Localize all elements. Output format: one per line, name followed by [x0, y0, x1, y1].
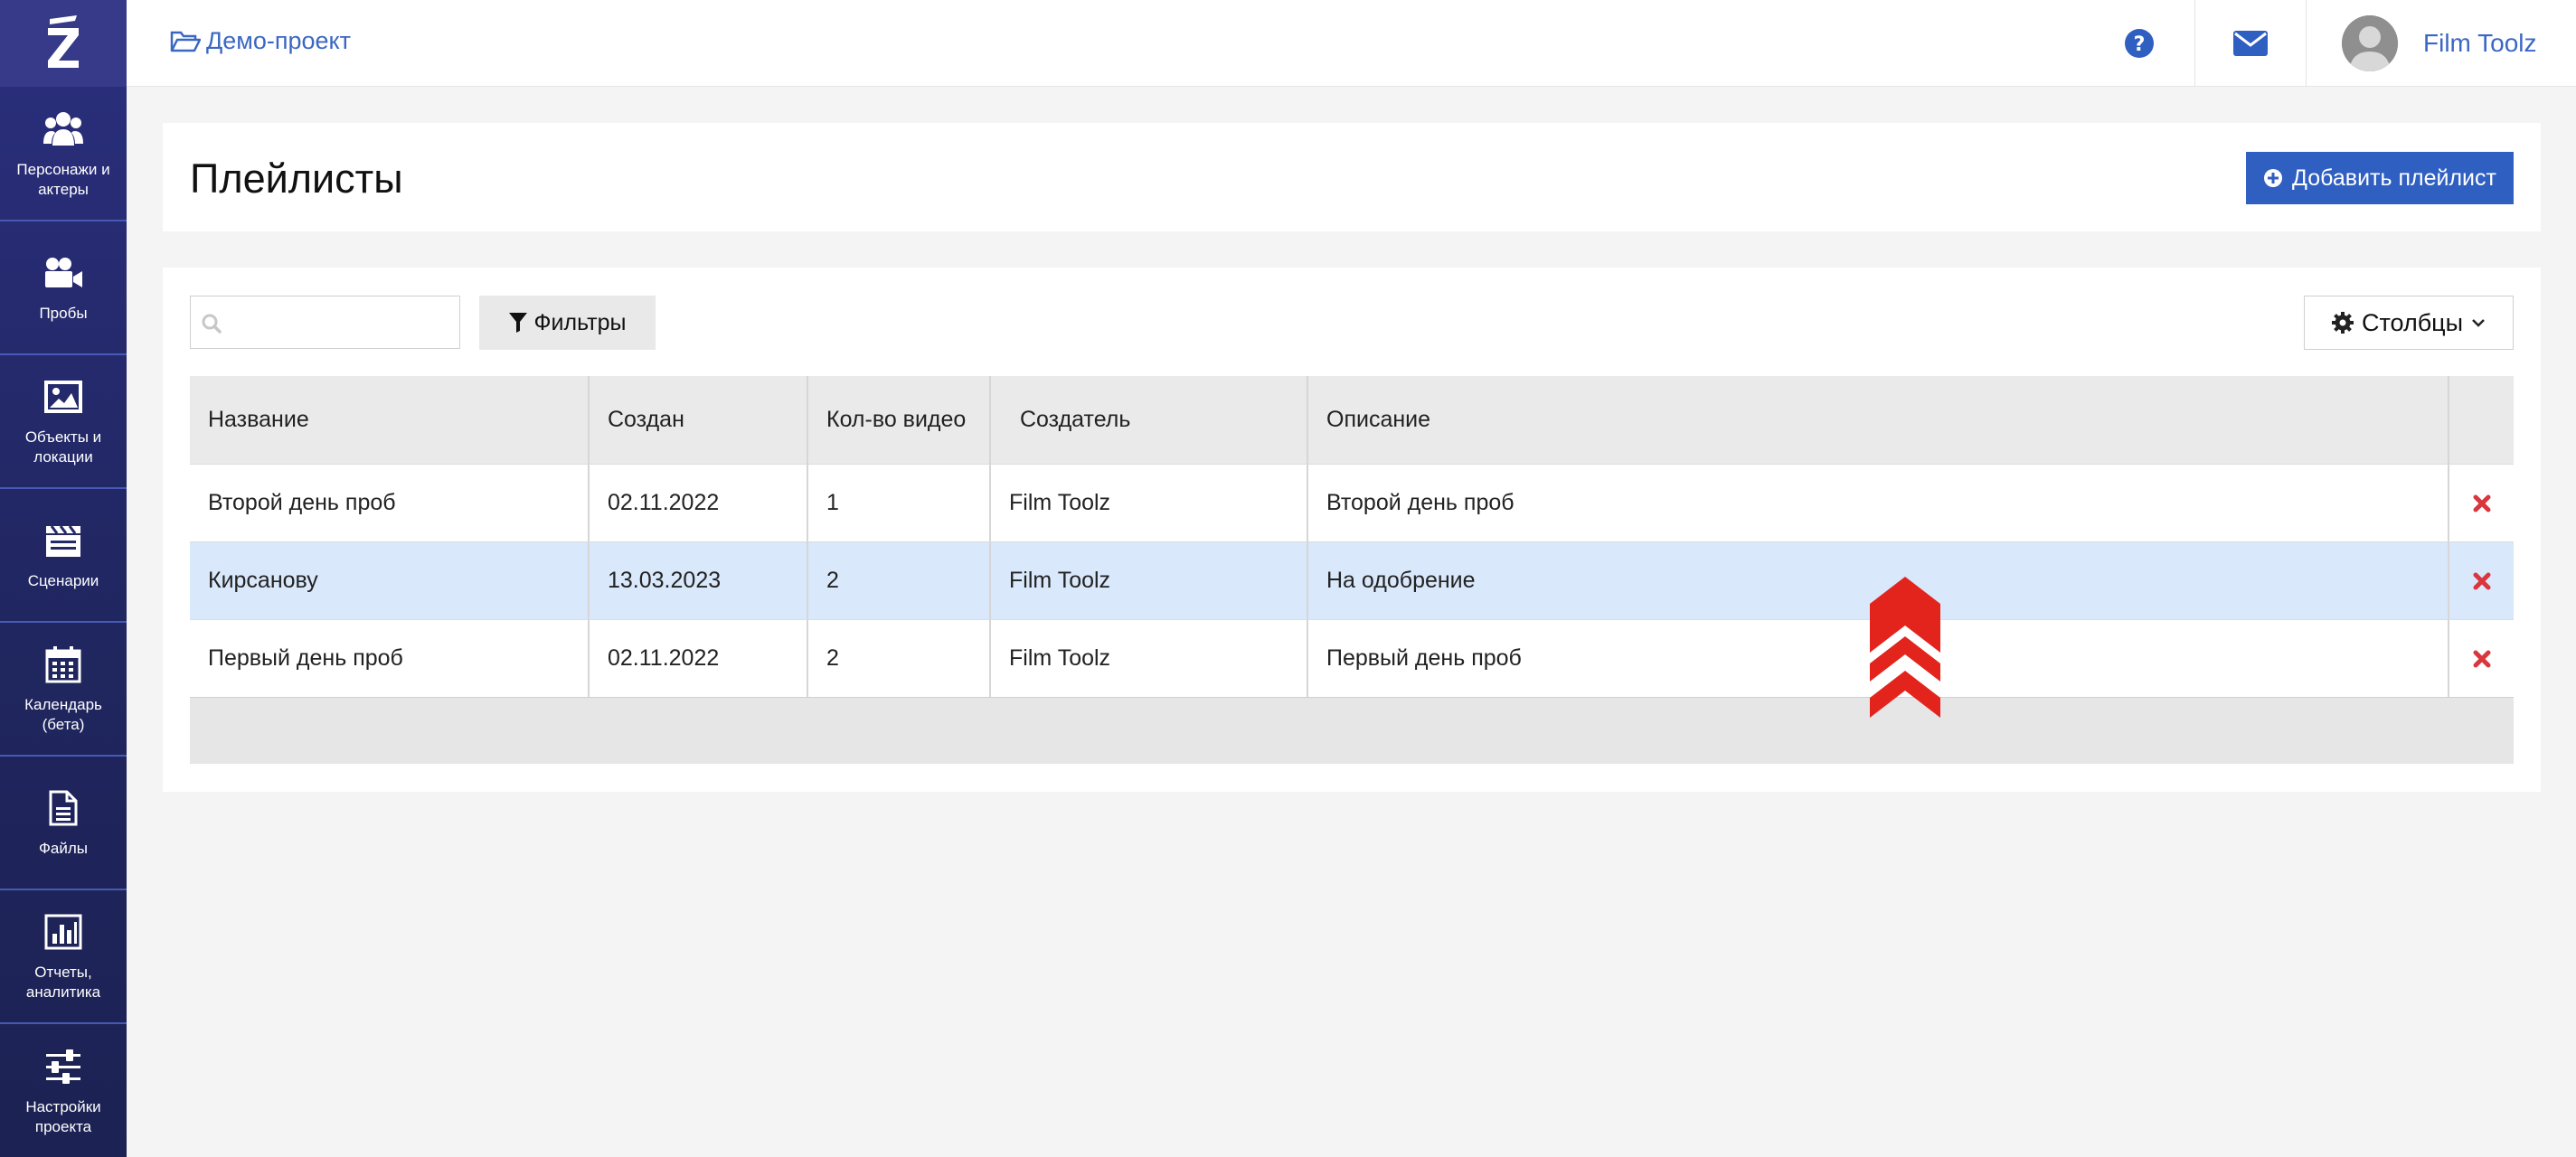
- sidebar: Персонажи и актеры Пробы Объекты и локац…: [0, 0, 127, 1157]
- add-playlist-label: Добавить плейлист: [2292, 165, 2496, 191]
- sidebar-item-settings[interactable]: Настройки проекта: [0, 1025, 127, 1157]
- page-title: Плейлисты: [190, 155, 403, 202]
- sidebar-item-objects[interactable]: Объекты и локации: [0, 356, 127, 489]
- calendar-icon: [43, 644, 83, 684]
- cell-actions: [2449, 465, 2514, 541]
- top-bar: Демо-проект ? Film Toolz: [127, 0, 2576, 87]
- cell-actions: [2449, 620, 2514, 697]
- video-camera-icon: [43, 253, 83, 293]
- column-header-description[interactable]: Описание: [1308, 376, 2449, 464]
- file-icon: [43, 788, 83, 828]
- columns-button[interactable]: Столбцы: [2304, 296, 2514, 350]
- delete-icon[interactable]: [2473, 494, 2491, 513]
- playlists-table: Название Создан Кол-во видео Создатель О…: [190, 376, 2514, 764]
- cell-description: Второй день проб: [1308, 465, 2449, 541]
- cell-creator: Film Toolz: [991, 542, 1308, 619]
- question-circle-icon: ?: [2125, 29, 2154, 58]
- sliders-icon: [43, 1047, 83, 1086]
- sidebar-item-scripts[interactable]: Сценарии: [0, 490, 127, 623]
- column-header-created[interactable]: Создан: [590, 376, 808, 464]
- messages-button[interactable]: [2195, 0, 2306, 87]
- sidebar-item-files[interactable]: Файлы: [0, 757, 127, 890]
- cell-videos: 2: [808, 620, 991, 697]
- table-header: Название Создан Кол-во видео Создатель О…: [190, 376, 2514, 464]
- envelope-icon: [2233, 31, 2268, 56]
- table-row[interactable]: Второй день проб 02.11.2022 1 Film Toolz…: [190, 464, 2514, 541]
- cell-created: 13.03.2023: [590, 542, 808, 619]
- delete-icon[interactable]: [2473, 650, 2491, 668]
- cell-creator: Film Toolz: [991, 465, 1308, 541]
- image-icon: [43, 377, 83, 417]
- delete-icon[interactable]: [2473, 572, 2491, 590]
- help-button[interactable]: ?: [2084, 0, 2194, 87]
- page-header: Плейлисты Добавить плейлист: [163, 123, 2541, 231]
- filters-label: Фильтры: [533, 309, 627, 335]
- chevron-down-icon: [2472, 319, 2485, 327]
- svg-text:?: ?: [2134, 33, 2146, 56]
- cell-created: 02.11.2022: [590, 620, 808, 697]
- search-input[interactable]: [231, 304, 448, 342]
- cell-name: Первый день проб: [190, 620, 590, 697]
- search-icon: [202, 314, 222, 334]
- chevrons-up-icon: [1870, 577, 1940, 718]
- logo-icon: [48, 15, 79, 68]
- folder-open-icon: [170, 31, 201, 52]
- filters-button[interactable]: Фильтры: [479, 296, 656, 350]
- playlists-panel: Фильтры Столбцы Название Создан Кол-во в…: [163, 268, 2541, 792]
- add-playlist-button[interactable]: Добавить плейлист: [2246, 152, 2514, 204]
- gear-icon: [2331, 312, 2354, 334]
- column-header-videos[interactable]: Кол-во видео: [808, 376, 991, 464]
- bar-chart-icon: [43, 912, 83, 952]
- table-row[interactable]: Кирсанову 13.03.2023 2 Film Toolz На одо…: [190, 541, 2514, 619]
- sidebar-item-calendar[interactable]: Календарь (бета): [0, 624, 127, 757]
- table-row[interactable]: Первый день проб 02.11.2022 2 Film Toolz…: [190, 619, 2514, 697]
- cell-videos: 2: [808, 542, 991, 619]
- clapperboard-icon: [43, 521, 83, 560]
- search-box[interactable]: [190, 296, 460, 349]
- sidebar-item-characters[interactable]: Персонажи и актеры: [0, 89, 127, 221]
- sidebar-item-auditions[interactable]: Пробы: [0, 222, 127, 355]
- cell-name: Второй день проб: [190, 465, 590, 541]
- cell-actions: [2449, 542, 2514, 619]
- table-footer: [190, 697, 2514, 764]
- column-header-name[interactable]: Название: [190, 376, 590, 464]
- user-silhouette-icon: [2342, 15, 2398, 71]
- plus-circle-icon: [2264, 169, 2283, 187]
- cell-videos: 1: [808, 465, 991, 541]
- avatar: [2342, 15, 2398, 71]
- cell-creator: Film Toolz: [991, 620, 1308, 697]
- sidebar-item-reports[interactable]: Отчеты, аналитика: [0, 891, 127, 1024]
- columns-label: Столбцы: [2361, 308, 2464, 336]
- cell-name: Кирсанову: [190, 542, 590, 619]
- project-breadcrumb[interactable]: Демо-проект: [170, 27, 351, 55]
- scroll-to-top-button[interactable]: [1870, 577, 1940, 718]
- user-name: Film Toolz: [2423, 29, 2537, 57]
- cell-created: 02.11.2022: [590, 465, 808, 541]
- column-header-actions: [2449, 376, 2514, 464]
- app-logo[interactable]: [0, 0, 127, 87]
- project-name: Демо-проект: [206, 27, 352, 54]
- topbar-divider: [2306, 0, 2307, 87]
- people-icon: [43, 109, 83, 149]
- filter-icon: [508, 313, 527, 333]
- user-menu[interactable]: Film Toolz: [2342, 14, 2537, 72]
- column-header-creator[interactable]: Создатель: [991, 376, 1308, 464]
